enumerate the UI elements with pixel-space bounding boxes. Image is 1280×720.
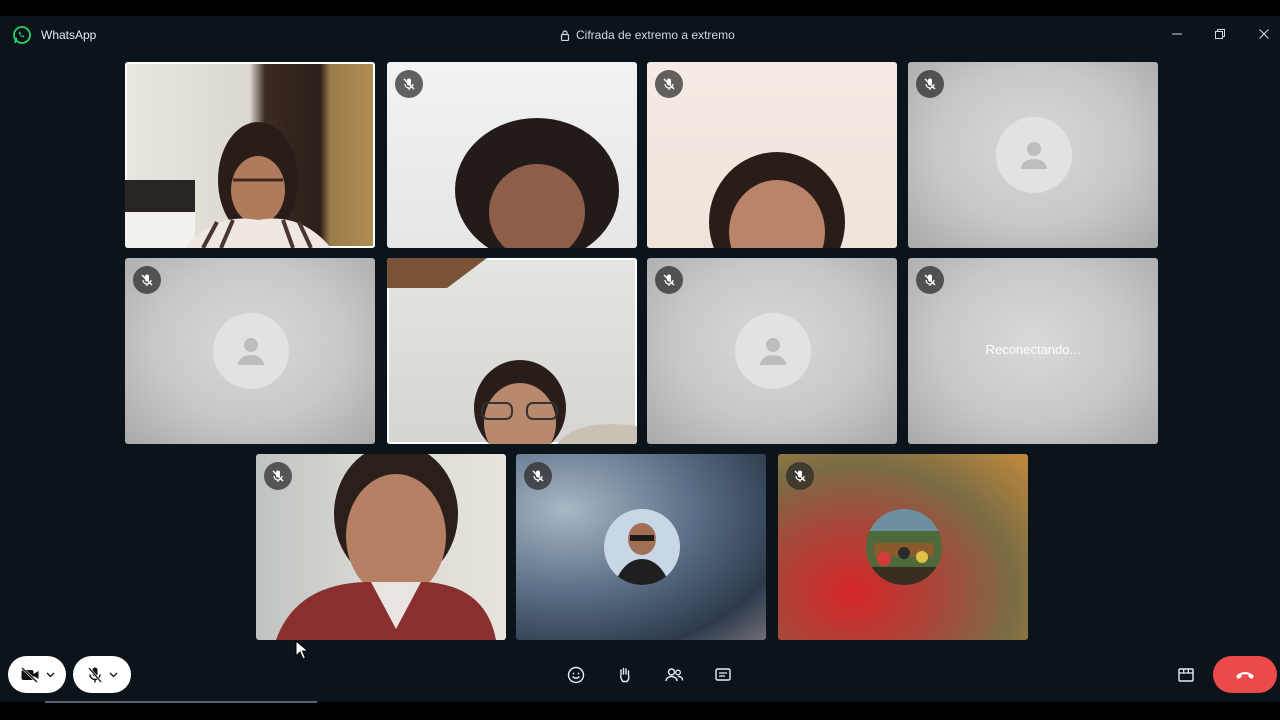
participant-tile[interactable]: [125, 62, 375, 248]
muted-indicator: [524, 462, 552, 490]
close-button[interactable]: [1249, 22, 1279, 46]
mic-off-icon: [87, 666, 102, 683]
participant-tile[interactable]: [647, 62, 897, 248]
call-controls: [0, 652, 1280, 702]
reactions-button[interactable]: [563, 662, 589, 688]
muted-indicator: [655, 266, 683, 294]
layout-button[interactable]: [1173, 662, 1199, 688]
muted-indicator: [133, 266, 161, 294]
minimize-icon: [1172, 33, 1182, 35]
participant-tile[interactable]: [387, 258, 637, 444]
mic-off-icon: [403, 78, 415, 90]
participant-tile[interactable]: [125, 258, 375, 444]
emoji-icon: [567, 666, 585, 684]
mic-off-icon: [141, 274, 153, 286]
participant-tile[interactable]: [516, 454, 766, 640]
default-avatar-icon: [735, 313, 811, 389]
default-avatar-icon: [213, 313, 289, 389]
restore-button[interactable]: [1205, 22, 1235, 46]
encryption-status: Cifrada de extremo a extremo: [560, 28, 735, 42]
muted-indicator: [916, 266, 944, 294]
raise-hand-button[interactable]: [612, 662, 638, 688]
participant-video: [125, 122, 331, 248]
app-name: WhatsApp: [41, 28, 97, 42]
mouse-cursor-icon: [295, 640, 309, 660]
muted-indicator: [655, 70, 683, 98]
title-bar: WhatsApp Cifrada de extremo a extremo: [0, 16, 1280, 54]
mic-off-icon: [532, 470, 544, 482]
chat-button[interactable]: [710, 662, 736, 688]
participant-tile[interactable]: [387, 62, 637, 248]
profile-photo-avatar: [866, 509, 942, 585]
mic-off-icon: [794, 470, 806, 482]
participants-button[interactable]: [661, 662, 687, 688]
close-icon: [1259, 29, 1269, 39]
camera-toggle-button[interactable]: [8, 656, 66, 693]
muted-indicator: [395, 70, 423, 98]
end-call-icon: [1236, 671, 1254, 679]
profile-photo-avatar: [604, 509, 680, 585]
camera-off-icon: [20, 666, 38, 683]
layout-icon: [1178, 668, 1194, 682]
participant-tile[interactable]: [778, 454, 1028, 640]
restore-icon: [1215, 29, 1225, 39]
call-window: WhatsApp Cifrada de extremo a extremo Re…: [0, 16, 1280, 702]
muted-indicator: [916, 70, 944, 98]
lock-icon: [560, 29, 570, 41]
whatsapp-logo-icon: [13, 26, 31, 44]
mic-off-icon: [272, 470, 284, 482]
chat-icon: [715, 668, 731, 681]
mic-off-icon: [924, 78, 936, 90]
end-call-button[interactable]: [1213, 656, 1277, 693]
chevron-down-icon: [109, 672, 117, 677]
video-progress-line: [45, 701, 317, 703]
participant-tile[interactable]: [647, 258, 897, 444]
minimize-button[interactable]: [1162, 22, 1192, 46]
participant-tile[interactable]: [908, 62, 1158, 248]
muted-indicator: [264, 462, 292, 490]
muted-indicator: [786, 462, 814, 490]
reconnecting-status: Reconectando...: [985, 342, 1081, 357]
encryption-label: Cifrada de extremo a extremo: [576, 28, 735, 42]
participant-video: [455, 118, 619, 248]
participant-video: [709, 152, 845, 248]
participant-video: [387, 258, 637, 444]
participant-video: [276, 454, 496, 640]
mic-off-icon: [663, 78, 675, 90]
microphone-toggle-button[interactable]: [73, 656, 131, 693]
participant-tile[interactable]: Reconectando...: [908, 258, 1158, 444]
participant-tile[interactable]: [256, 454, 506, 640]
participants-icon: [665, 668, 684, 682]
mic-off-icon: [663, 274, 675, 286]
mic-off-icon: [924, 274, 936, 286]
chevron-down-icon: [46, 672, 54, 677]
raise-hand-icon: [620, 667, 630, 683]
default-avatar-icon: [996, 117, 1072, 193]
